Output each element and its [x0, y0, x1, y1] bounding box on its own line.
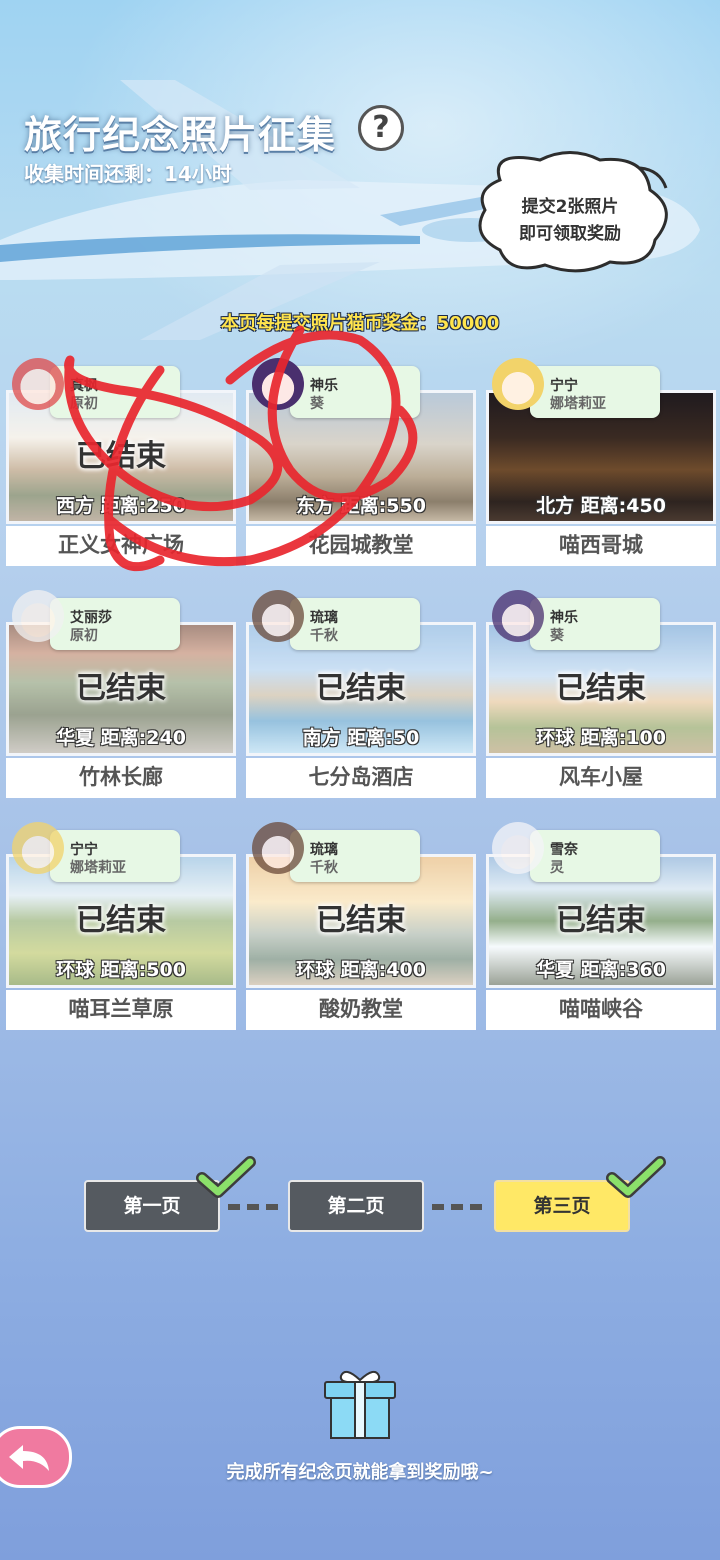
location-card[interactable]: 已结束 环球 距离:500 喵耳兰草原 宁宁 娜塔莉亚 [6, 822, 236, 1030]
character-costume: 娜塔莉亚 [70, 860, 126, 876]
character-tag: 真枫 原初 [50, 366, 180, 418]
location-card[interactable]: 北方 距离:450 喵西哥城 宁宁 娜塔莉亚 [486, 358, 716, 566]
location-card[interactable]: 已结束 环球 距离:100 风车小屋 神乐 葵 [486, 590, 716, 798]
location-card[interactable]: 东方 距离:550 花园城教堂 神乐 葵 [246, 358, 476, 566]
location-name: 酸奶教堂 [246, 990, 476, 1030]
location-name: 七分岛酒店 [246, 758, 476, 798]
character-name: 雪奈 [550, 842, 578, 858]
location-card[interactable]: 已结束 华夏 距离:240 竹林长廊 艾丽莎 原初 [6, 590, 236, 798]
distance-label: 北方 距离:450 [536, 495, 666, 517]
character-costume: 娜塔莉亚 [550, 396, 606, 412]
back-button[interactable] [0, 1426, 72, 1488]
location-name: 竹林长廊 [6, 758, 236, 798]
character-name: 琉璃 [310, 610, 338, 626]
character-tag: 琉璃 千秋 [290, 830, 420, 882]
status-ended: 已结束 [556, 903, 646, 938]
page-connector [228, 1204, 278, 1210]
character-costume: 原初 [70, 396, 98, 412]
character-avatar [12, 590, 64, 642]
character-name: 宁宁 [550, 378, 578, 394]
page-connector [432, 1204, 482, 1210]
character-costume: 千秋 [310, 628, 338, 644]
character-avatar [252, 358, 304, 410]
check-icon [606, 1156, 666, 1198]
back-arrow-icon [9, 1445, 49, 1471]
character-name: 艾丽莎 [70, 610, 112, 626]
location-card[interactable]: 已结束 华夏 距离:360 喵喵峡谷 雪奈 灵 [486, 822, 716, 1030]
character-avatar [252, 822, 304, 874]
distance-label: 东方 距离:550 [296, 495, 426, 517]
character-tag: 艾丽莎 原初 [50, 598, 180, 650]
page-bonus-text: 本页每提交照片猫币奖金：50000 [220, 313, 500, 334]
character-costume: 千秋 [310, 860, 338, 876]
character-tag: 神乐 葵 [290, 366, 420, 418]
location-name: 正义女神广场 [6, 526, 236, 566]
character-avatar [492, 358, 544, 410]
distance-label: 环球 距离:500 [56, 959, 186, 981]
location-card[interactable]: 已结束 环球 距离:400 酸奶教堂 琉璃 千秋 [246, 822, 476, 1030]
distance-label: 华夏 距离:240 [56, 727, 186, 749]
page-title: 旅行纪念照片征集 [24, 113, 337, 157]
character-costume: 原初 [70, 628, 98, 644]
bubble-line-1: 提交2张照片 [521, 197, 619, 217]
gift-icon[interactable] [321, 1366, 399, 1440]
character-tag: 宁宁 娜塔莉亚 [50, 830, 180, 882]
character-name: 神乐 [550, 610, 578, 626]
character-avatar [12, 822, 64, 874]
distance-label: 华夏 距离:360 [536, 959, 666, 981]
status-ended: 已结束 [556, 671, 646, 706]
location-name: 喵西哥城 [486, 526, 716, 566]
character-costume: 葵 [550, 628, 564, 644]
location-name: 花园城教堂 [246, 526, 476, 566]
character-tag: 宁宁 娜塔莉亚 [530, 366, 660, 418]
character-name: 宁宁 [70, 842, 98, 858]
help-icon[interactable]: ? [358, 105, 404, 151]
character-avatar [492, 822, 544, 874]
bubble-line-2: 即可领取奖励 [519, 224, 621, 244]
status-ended: 已结束 [76, 439, 166, 474]
character-tag: 琉璃 千秋 [290, 598, 420, 650]
tab-page-2[interactable]: 第二页 [288, 1180, 424, 1232]
character-costume: 灵 [550, 860, 564, 876]
time-remaining: 收集时间还剩：14小时 [24, 162, 232, 186]
character-tag: 神乐 葵 [530, 598, 660, 650]
status-ended: 已结束 [76, 903, 166, 938]
status-ended: 已结束 [316, 671, 406, 706]
reward-hint-bubble: 提交2张照片 即可领取奖励 [470, 150, 680, 273]
character-costume: 葵 [310, 396, 324, 412]
check-icon [196, 1156, 256, 1198]
character-name: 真枫 [70, 378, 98, 394]
character-avatar [492, 590, 544, 642]
location-name: 喵耳兰草原 [6, 990, 236, 1030]
footer-hint: 完成所有纪念页就能拿到奖励哦~ [226, 1462, 494, 1483]
character-avatar [12, 358, 64, 410]
distance-label: 西方 距离:250 [56, 495, 186, 517]
character-avatar [252, 590, 304, 642]
location-name: 风车小屋 [486, 758, 716, 798]
page-navigation: 第一页 第二页 第三页 [0, 1156, 720, 1250]
distance-label: 环球 距离:100 [536, 727, 666, 749]
location-card[interactable]: 已结束 南方 距离:50 七分岛酒店 琉璃 千秋 [246, 590, 476, 798]
status-ended: 已结束 [316, 903, 406, 938]
character-name: 神乐 [310, 378, 338, 394]
distance-label: 南方 距离:50 [302, 727, 420, 749]
location-name: 喵喵峡谷 [486, 990, 716, 1030]
distance-label: 环球 距离:400 [296, 959, 426, 981]
status-ended: 已结束 [76, 671, 166, 706]
character-tag: 雪奈 灵 [530, 830, 660, 882]
character-name: 琉璃 [310, 842, 338, 858]
location-card[interactable]: 已结束 西方 距离:250 正义女神广场 真枫 原初 [6, 358, 236, 566]
